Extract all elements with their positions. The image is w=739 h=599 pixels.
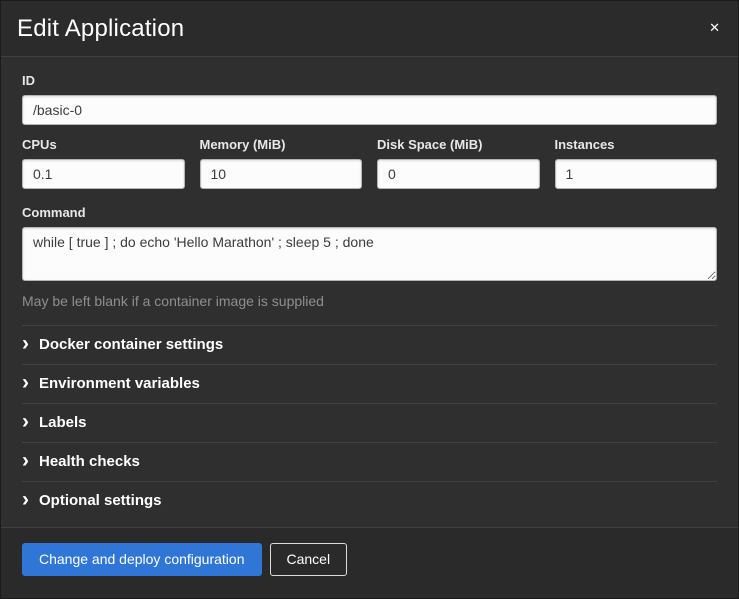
instances-label: Instances — [555, 137, 718, 152]
section-label: Docker container settings — [39, 336, 223, 353]
field-instances: Instances — [555, 123, 718, 189]
chevron-right-icon: › — [22, 337, 29, 351]
modal-body: ID CPUs Memory (MiB) Disk Space (MiB) In… — [1, 57, 738, 527]
field-disk: Disk Space (MiB) — [377, 123, 540, 189]
field-cpus: CPUs — [22, 123, 185, 189]
section-health-checks[interactable]: › Health checks — [22, 442, 717, 481]
section-docker-container-settings[interactable]: › Docker container settings — [22, 325, 717, 364]
close-icon[interactable]: ✕ — [707, 15, 722, 40]
section-label: Labels — [39, 414, 87, 431]
chevron-right-icon: › — [22, 454, 29, 468]
id-input[interactable] — [22, 95, 717, 125]
section-label: Optional settings — [39, 492, 162, 509]
field-id: ID — [22, 73, 717, 125]
disk-input[interactable] — [377, 159, 540, 189]
modal-footer: Change and deploy configuration Cancel — [1, 527, 738, 598]
memory-label: Memory (MiB) — [200, 137, 363, 152]
chevron-right-icon: › — [22, 415, 29, 429]
cancel-button[interactable]: Cancel — [270, 543, 348, 576]
change-and-deploy-button[interactable]: Change and deploy configuration — [22, 543, 262, 576]
command-help-text: May be left blank if a container image i… — [22, 293, 717, 309]
id-label: ID — [22, 73, 717, 88]
instances-input[interactable] — [555, 159, 718, 189]
memory-input[interactable] — [200, 159, 363, 189]
command-label: Command — [22, 205, 717, 220]
chevron-right-icon: › — [22, 493, 29, 507]
collapsible-sections: › Docker container settings › Environmen… — [22, 325, 717, 520]
field-memory: Memory (MiB) — [200, 123, 363, 189]
resources-row: CPUs Memory (MiB) Disk Space (MiB) Insta… — [22, 123, 717, 189]
section-optional-settings[interactable]: › Optional settings — [22, 481, 717, 520]
disk-label: Disk Space (MiB) — [377, 137, 540, 152]
modal-title: Edit Application — [17, 15, 184, 43]
section-labels[interactable]: › Labels — [22, 403, 717, 442]
section-environment-variables[interactable]: › Environment variables — [22, 364, 717, 403]
section-label: Health checks — [39, 453, 140, 470]
edit-application-modal: Edit Application ✕ ID CPUs Memory (MiB) … — [0, 0, 739, 599]
cpus-label: CPUs — [22, 137, 185, 152]
chevron-right-icon: › — [22, 376, 29, 390]
section-label: Environment variables — [39, 375, 200, 392]
modal-header: Edit Application ✕ — [1, 1, 738, 57]
cpus-input[interactable] — [22, 159, 185, 189]
field-command: Command while [ true ] ; do echo 'Hello … — [22, 205, 717, 309]
command-textarea[interactable]: while [ true ] ; do echo 'Hello Marathon… — [22, 227, 717, 281]
